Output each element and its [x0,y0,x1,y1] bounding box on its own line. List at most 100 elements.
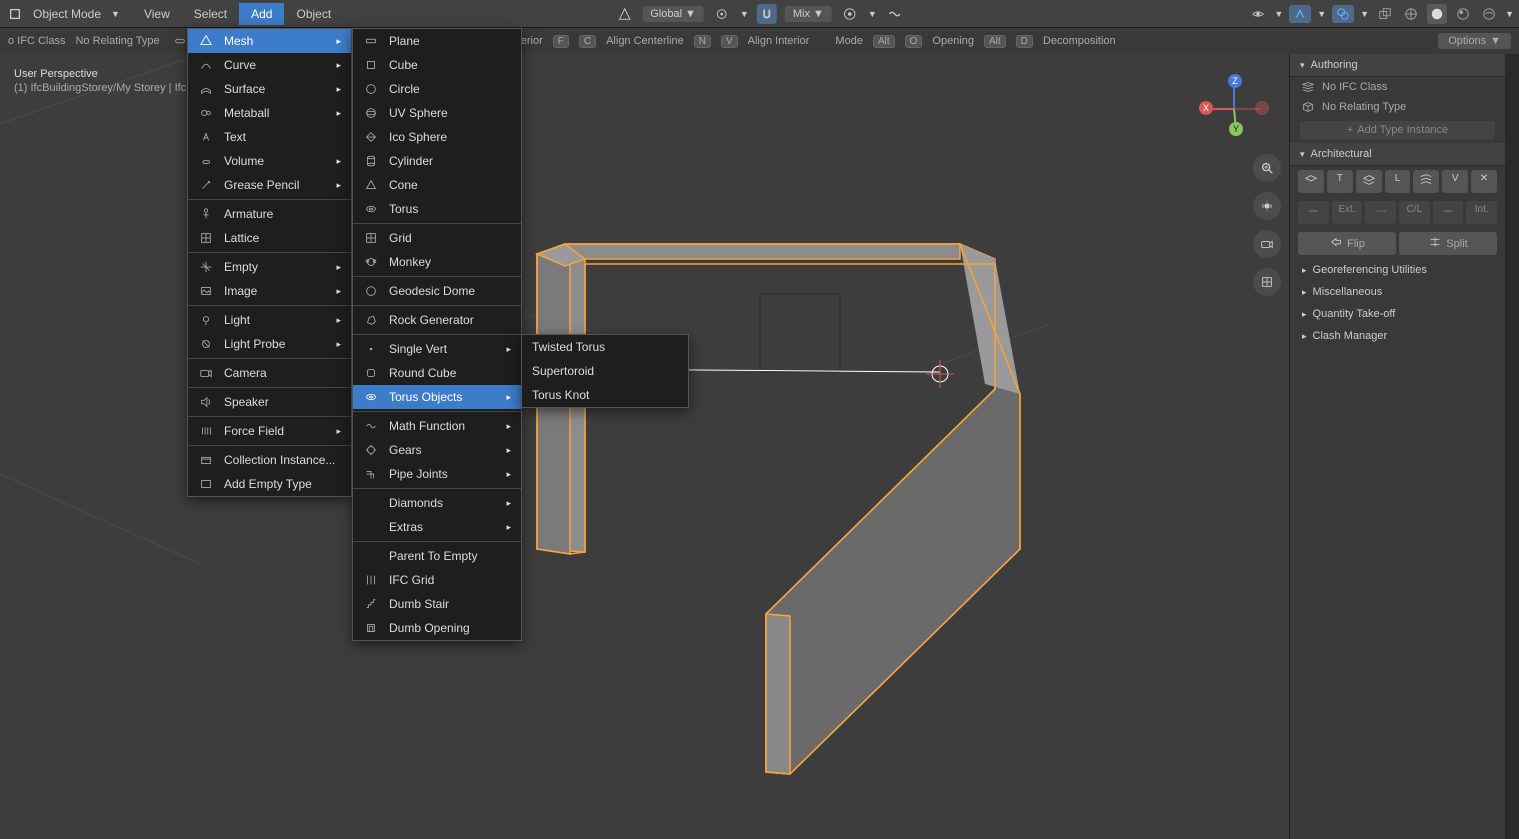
add-collection-item[interactable]: Collection Instance... [188,448,351,472]
split-button[interactable]: Split [1399,232,1497,255]
mesh-torus-objects-item[interactable]: Torus Objects▸ [353,385,521,409]
decomposition-label[interactable]: Decomposition [1043,35,1116,47]
mesh-gears-item[interactable]: Gears▸ [353,438,521,462]
add-surface-item[interactable]: Surface ▸ [188,77,351,101]
mesh-cube-item[interactable]: Cube [353,53,521,77]
mesh-extras-item[interactable]: Extras▸ [353,515,521,539]
nav-gizmo[interactable]: Z X Y [1199,74,1269,144]
mesh-cylinder-item[interactable]: Cylinder [353,149,521,173]
mesh-round-cube-item[interactable]: Round Cube [353,361,521,385]
shading-rendered-icon[interactable] [1479,4,1499,24]
chevron-down-icon[interactable]: ▼ [740,9,749,19]
cl-label[interactable]: C/L [1399,201,1430,224]
chevron-down-icon[interactable]: ▼ [1317,9,1326,19]
layer-icon-button[interactable] [1413,170,1439,193]
add-curve-item[interactable]: Curve ▸ [188,53,351,77]
layer-icon-button[interactable] [1356,170,1382,193]
supertoroid-item[interactable]: Supertoroid [522,359,688,383]
mode-dropdown[interactable]: Object Mode ▼ [25,3,132,25]
ext-label[interactable]: Ext. [1332,201,1363,224]
mesh-pipe-item[interactable]: Pipe Joints▸ [353,462,521,486]
mesh-grid-item[interactable]: Grid [353,226,521,250]
authoring-header[interactable]: ▾ Authoring [1290,54,1505,77]
add-lattice-item[interactable]: Lattice [188,226,351,250]
magnet-icon[interactable] [757,4,777,24]
align-ext-icon[interactable] [1298,201,1329,224]
mesh-plane-item[interactable]: Plane [353,29,521,53]
menu-add[interactable]: Add [239,3,284,25]
gizmo-z[interactable]: Z [1228,74,1242,88]
proportional-icon[interactable] [840,4,860,24]
mesh-monkey-item[interactable]: Monkey [353,250,521,274]
mesh-parent-empty-item[interactable]: Parent To Empty [353,544,521,568]
camera-view-icon[interactable] [1253,230,1281,258]
int-label[interactable]: Int. [1466,201,1497,224]
mesh-circle-item[interactable]: Circle [353,77,521,101]
pivot-icon[interactable] [712,4,732,24]
menu-select[interactable]: Select [182,3,239,25]
interior-label[interactable]: Align Interior [748,35,810,47]
gizmo-neg-x[interactable] [1255,101,1269,115]
chevron-down-icon[interactable]: ▼ [1505,9,1514,19]
add-grease-item[interactable]: Grease Pencil ▸ [188,173,351,197]
align-cl-icon[interactable] [1365,201,1396,224]
orientation-dropdown[interactable]: Global ▼ [642,6,704,22]
centerline-label[interactable]: Align Centerline [606,35,684,47]
chevron-down-icon[interactable]: ▼ [1360,9,1369,19]
add-empty-item[interactable]: Empty ▸ [188,255,351,279]
menu-view[interactable]: View [132,3,182,25]
add-light-item[interactable]: Light ▸ [188,308,351,332]
mesh-cone-item[interactable]: Cone [353,173,521,197]
mesh-single-vert-item[interactable]: Single Vert▸ [353,337,521,361]
add-camera-item[interactable]: Camera [188,361,351,385]
add-image-item[interactable]: Image ▸ [188,279,351,303]
options-button[interactable]: Options ▼ [1438,33,1511,49]
add-empty-type-item[interactable]: Add Empty Type [188,472,351,496]
shading-wireframe-icon[interactable] [1401,4,1421,24]
gizmo-y[interactable]: Y [1229,122,1243,136]
mesh-diamonds-item[interactable]: Diamonds▸ [353,491,521,515]
mesh-math-item[interactable]: Math Function▸ [353,414,521,438]
mesh-dumb-opening-item[interactable]: Dumb Opening [353,616,521,640]
gizmo-x[interactable]: X [1199,101,1213,115]
miscellaneous-row[interactable]: ▸ Miscellaneous [1290,281,1505,303]
btn-v[interactable]: V [1442,170,1468,193]
twisted-torus-item[interactable]: Twisted Torus [522,335,688,359]
flip-button[interactable]: Flip [1298,232,1396,255]
quantity-row[interactable]: ▸ Quantity Take-off [1290,303,1505,325]
btn-l[interactable]: L [1385,170,1411,193]
snap-dropdown[interactable]: Mix ▼ [785,6,832,22]
mesh-icosphere-item[interactable]: Ico Sphere [353,125,521,149]
clash-row[interactable]: ▸ Clash Manager [1290,325,1505,347]
mesh-geodesic-item[interactable]: Geodesic Dome [353,279,521,303]
wave-icon[interactable] [885,4,905,24]
overlay-toggle-icon[interactable] [1332,5,1354,23]
xray-icon[interactable] [1375,4,1395,24]
mesh-rock-item[interactable]: Rock Generator [353,308,521,332]
orient-icon[interactable] [614,4,634,24]
georeferencing-row[interactable]: ▸ Georeferencing Utilities [1290,259,1505,281]
menu-object[interactable]: Object [284,3,343,25]
add-armature-item[interactable]: Armature [188,202,351,226]
btn-t[interactable]: T [1327,170,1353,193]
chevron-down-icon[interactable]: ▼ [1274,9,1283,19]
chevron-down-icon[interactable]: ▼ [868,9,877,19]
architectural-header[interactable]: ▾ Architectural [1290,143,1505,166]
add-volume-item[interactable]: Volume ▸ [188,149,351,173]
mesh-torus-item[interactable]: Torus [353,197,521,221]
add-text-item[interactable]: Text [188,125,351,149]
add-mesh-item[interactable]: Mesh ▸ [188,29,351,53]
persp-ortho-icon[interactable] [1253,268,1281,296]
add-force-item[interactable]: Force Field ▸ [188,419,351,443]
opening-label[interactable]: Opening [932,35,974,47]
mesh-uvsphere-item[interactable]: UV Sphere [353,101,521,125]
zoom-icon[interactable] [1253,154,1281,182]
shading-solid-icon[interactable] [1427,4,1447,24]
mode-label[interactable]: Mode [835,35,863,47]
eye-icon[interactable] [1248,4,1268,24]
gizmo-toggle-icon[interactable] [1289,5,1311,23]
align-int-icon[interactable] [1433,201,1464,224]
right-vertical-tabs[interactable] [1505,54,1519,839]
add-metaball-item[interactable]: Metaball ▸ [188,101,351,125]
move-view-icon[interactable] [1253,192,1281,220]
